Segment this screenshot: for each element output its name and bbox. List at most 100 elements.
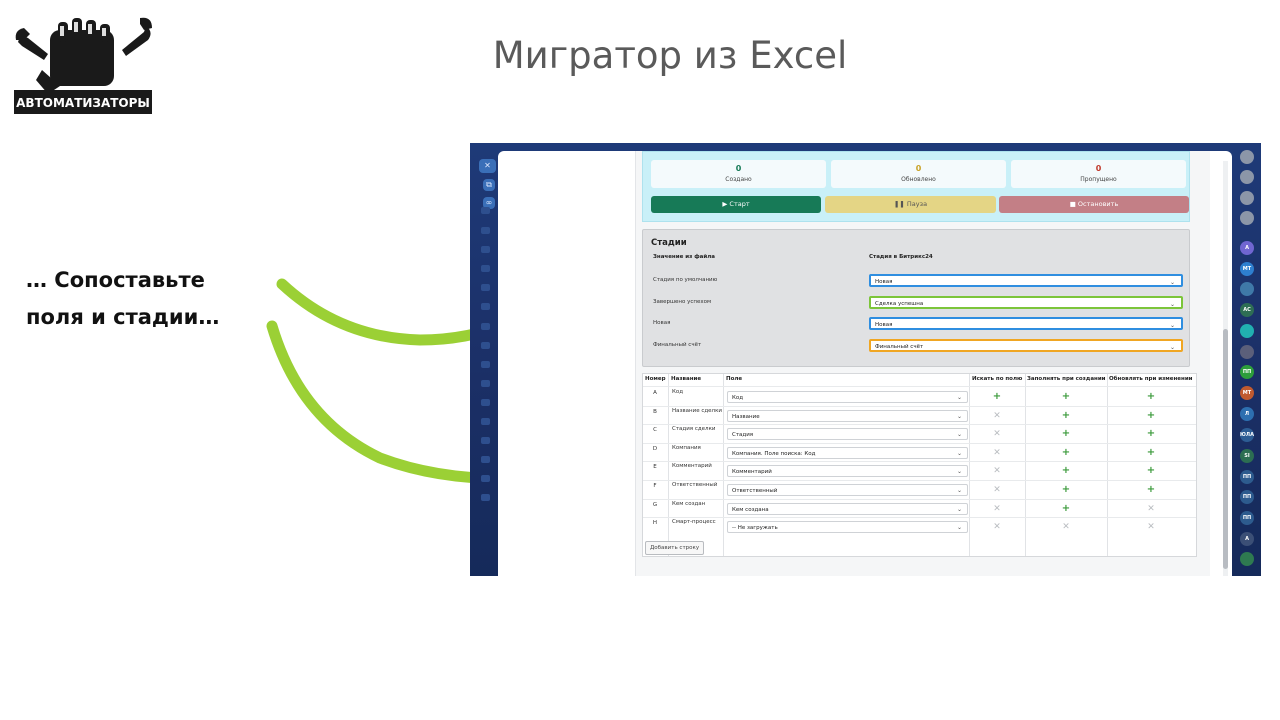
cross-icon[interactable]: ✕: [987, 521, 1007, 533]
stage-target-select[interactable]: Новая ⌄: [869, 274, 1183, 287]
folder-icon[interactable]: [481, 207, 490, 214]
stages-section: Стадии Значение из файла Стадия в Битрик…: [642, 229, 1190, 367]
plus-icon[interactable]: +: [1056, 391, 1076, 403]
user-avatar[interactable]: [1240, 552, 1254, 566]
stage-target-select[interactable]: Финальный счёт ⌄: [869, 339, 1183, 352]
user-avatar[interactable]: ПП: [1240, 470, 1254, 484]
row-column-name: Название сделки: [672, 407, 722, 414]
row-column-name: Комментарий: [672, 463, 712, 470]
plus-icon[interactable]: +: [1056, 428, 1076, 440]
row-letter: F: [653, 483, 657, 489]
rail-item[interactable]: [481, 380, 490, 387]
cross-icon[interactable]: ✕: [1141, 521, 1161, 533]
scrollbar-thumb[interactable]: [1223, 329, 1228, 569]
field-select[interactable]: Стадия ⌄: [727, 428, 968, 441]
rail-item[interactable]: [481, 361, 490, 368]
plus-icon[interactable]: +: [987, 391, 1007, 403]
user-avatar[interactable]: [1240, 282, 1254, 296]
user-avatar[interactable]: A: [1240, 532, 1254, 546]
rail-item[interactable]: [481, 399, 490, 406]
user-avatar[interactable]: ПП: [1240, 365, 1254, 379]
cross-icon[interactable]: ✕: [987, 484, 1007, 496]
toolbar-icon[interactable]: [1240, 191, 1254, 205]
user-avatar[interactable]: Л: [1240, 407, 1254, 421]
plus-icon[interactable]: +: [1056, 503, 1076, 515]
field-select[interactable]: Название ⌄: [727, 409, 968, 422]
user-avatar[interactable]: ПП: [1240, 511, 1254, 525]
plus-icon[interactable]: +: [1141, 484, 1161, 496]
field-select-value: Кем создана: [732, 506, 769, 513]
user-avatar[interactable]: МТ: [1240, 262, 1254, 276]
chart-icon[interactable]: [481, 246, 490, 253]
stat-skipped-value: 0: [1095, 164, 1102, 173]
stage-target-select[interactable]: Новая ⌄: [869, 317, 1183, 330]
user-avatar[interactable]: АС: [1240, 303, 1254, 317]
field-select[interactable]: Комментарий ⌄: [727, 465, 968, 478]
rail-item[interactable]: [481, 437, 490, 444]
plus-icon[interactable]: +: [1056, 465, 1076, 477]
external-link-icon[interactable]: ⧉: [483, 179, 495, 191]
plus-icon[interactable]: +: [1141, 391, 1161, 403]
cross-icon[interactable]: ✕: [987, 465, 1007, 477]
field-select-value: Название: [732, 413, 760, 420]
rail-item[interactable]: [481, 303, 490, 310]
plus-icon[interactable]: +: [1056, 484, 1076, 496]
chevron-down-icon: ⌄: [956, 394, 962, 401]
user-avatar[interactable]: МТ: [1240, 386, 1254, 400]
plus-icon[interactable]: +: [1141, 428, 1161, 440]
plus-icon[interactable]: +: [1141, 447, 1161, 459]
user-avatar[interactable]: SI: [1240, 449, 1254, 463]
toolbar-icon[interactable]: [1240, 150, 1254, 164]
rail-item[interactable]: [481, 456, 490, 463]
add-row-button[interactable]: Добавить строку: [645, 541, 705, 555]
plus-icon[interactable]: +: [1056, 447, 1076, 459]
field-select[interactable]: Компания. Поле поиска: Код ⌄: [727, 446, 968, 459]
stage-target-select[interactable]: Сделка успешна ⌄: [869, 296, 1183, 309]
plus-icon[interactable]: +: [1141, 410, 1161, 422]
th-update: Обновлять при изменении: [1109, 376, 1193, 382]
user-avatar[interactable]: [1240, 345, 1254, 359]
field-select[interactable]: Кем создана ⌄: [727, 502, 968, 515]
stop-button[interactable]: ■ Остановить: [999, 196, 1189, 213]
toolbar-icon[interactable]: [1240, 211, 1254, 225]
plus-icon[interactable]: +: [1056, 410, 1076, 422]
cross-icon[interactable]: ✕: [987, 447, 1007, 459]
field-select[interactable]: -- Не загружать ⌄: [727, 521, 968, 534]
row-letter: C: [653, 427, 657, 434]
user-avatar[interactable]: A: [1240, 241, 1254, 255]
row-column-name: Смарт-процесс: [672, 519, 716, 526]
field-select[interactable]: Ответственный ⌄: [727, 484, 968, 496]
briefcase-icon[interactable]: [481, 284, 490, 291]
cross-icon[interactable]: ✕: [1056, 521, 1076, 533]
th-fill: Заполнять при создании: [1027, 376, 1106, 382]
stage-target-value: Новая: [875, 279, 893, 285]
row-letter: D: [652, 445, 658, 452]
rail-item[interactable]: [481, 342, 490, 349]
rail-item[interactable]: [481, 494, 490, 501]
rail-item[interactable]: [481, 475, 490, 482]
app-screenshot: ✕ ⧉ ∞ A МТ АС ПП МТ Л ЮЛА SI ПП ПП ПП A 0 Создано: [470, 143, 1261, 576]
user-avatar[interactable]: [1240, 324, 1254, 338]
toolbar-icon[interactable]: [1240, 170, 1254, 184]
field-select[interactable]: Код ⌄: [727, 391, 968, 403]
pause-button[interactable]: ❚❚ Пауза: [825, 196, 996, 213]
rail-item[interactable]: [481, 323, 490, 330]
close-icon[interactable]: ✕: [479, 159, 496, 173]
mail-icon[interactable]: [481, 265, 490, 272]
rail-item[interactable]: [481, 418, 490, 425]
camera-icon[interactable]: [481, 227, 490, 234]
user-avatar[interactable]: ЮЛА: [1240, 428, 1254, 442]
row-column-name: Стадия сделки: [672, 426, 716, 433]
cross-icon[interactable]: ✕: [987, 428, 1007, 440]
cross-icon[interactable]: ✕: [987, 503, 1007, 515]
start-button[interactable]: ▶ Старт: [651, 196, 821, 213]
chevron-down-icon: ⌄: [956, 487, 962, 494]
cross-icon[interactable]: ✕: [987, 410, 1007, 422]
field-select-value: Код: [732, 395, 744, 401]
row-letter: A: [653, 390, 657, 396]
cross-icon[interactable]: ✕: [1141, 503, 1161, 515]
stat-updated-label: Обновлено: [901, 176, 936, 183]
row-column-name: Компания: [672, 444, 701, 451]
plus-icon[interactable]: +: [1141, 465, 1161, 477]
user-avatar[interactable]: ПП: [1240, 490, 1254, 504]
